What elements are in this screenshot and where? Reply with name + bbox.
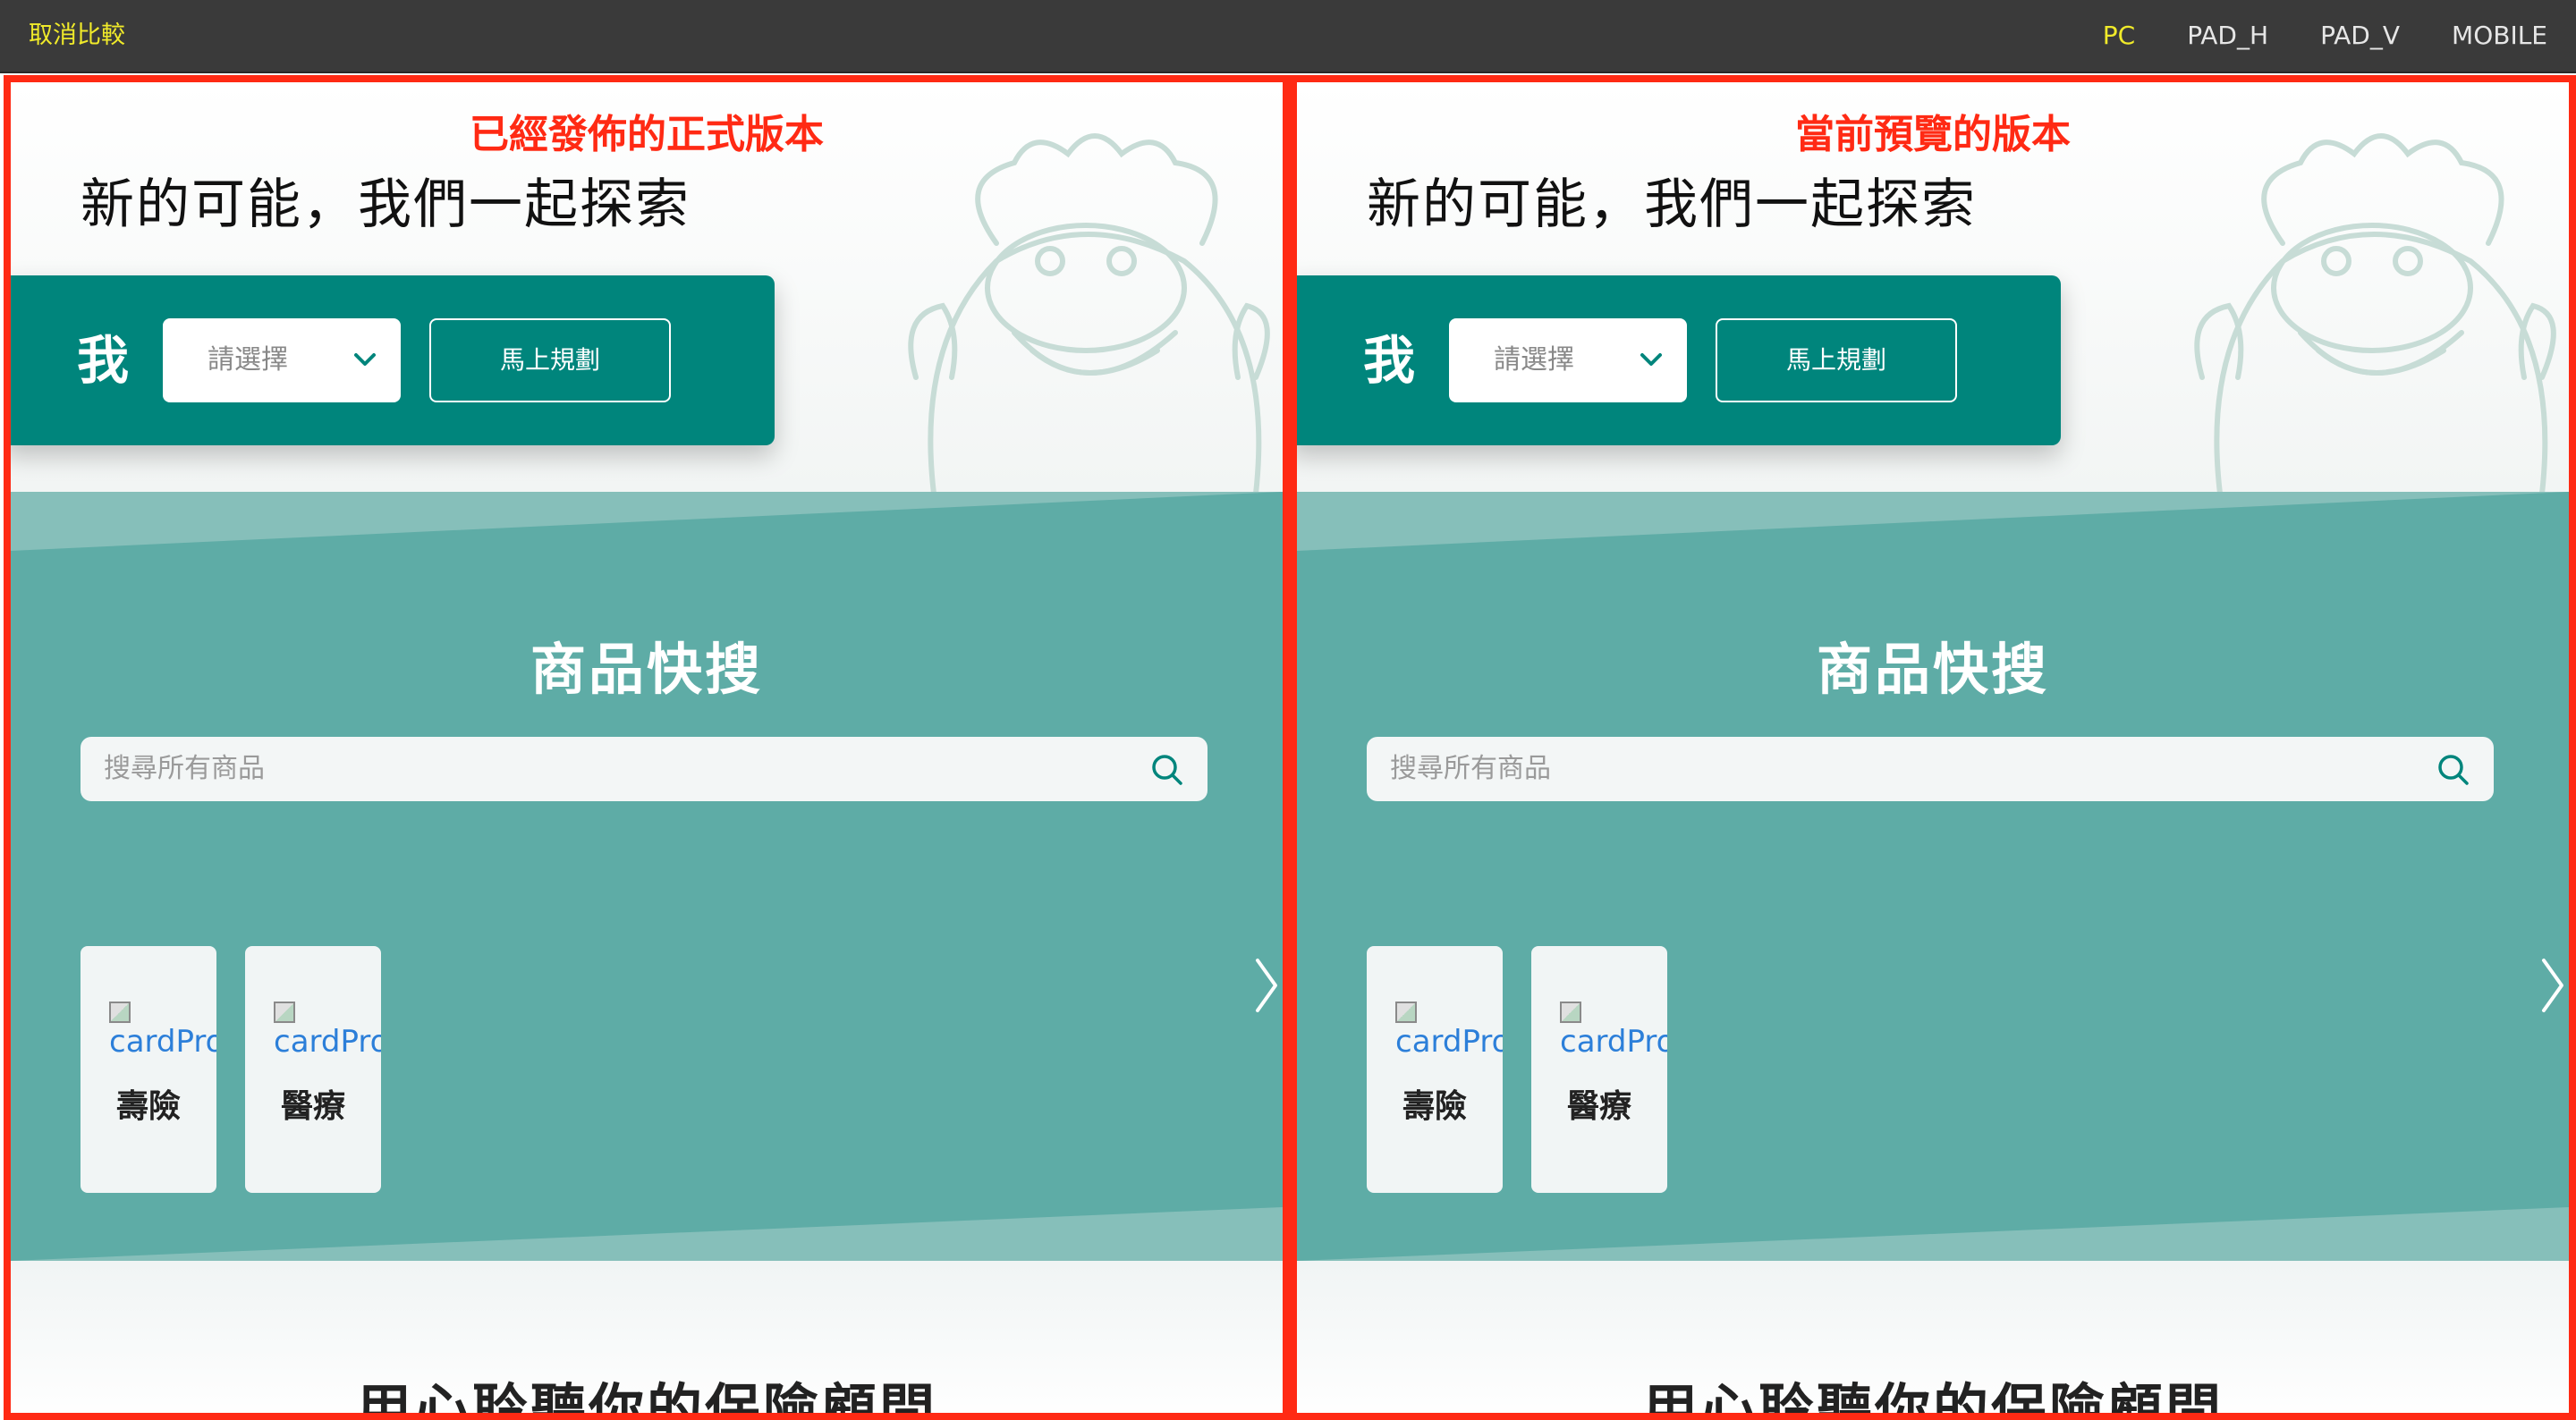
product-card-medical[interactable]: cardPro 醫療 (245, 946, 381, 1193)
search-placeholder: 搜尋所有商品 (104, 753, 265, 784)
product-card-life[interactable]: cardPro 壽險 (1367, 946, 1503, 1193)
chevron-right-icon[interactable] (2538, 957, 2565, 1014)
hero-section: 已經發佈的正式版本 新的可能，我們一起探索 我 請選擇 馬上規劃 (11, 82, 1283, 494)
advisor-section: 用心聆聽你的保險顧問 (11, 1261, 1283, 1420)
product-search-section: 商品快搜 搜尋所有商品 cardPro 壽險 cardPro 醫療 (11, 492, 1283, 1261)
device-tab-pad-v[interactable]: PAD_V (2320, 0, 2400, 72)
search-input[interactable]: 搜尋所有商品 (80, 737, 1208, 801)
select-placeholder: 請選擇 (1494, 344, 1574, 376)
card-image: cardPro (1560, 1002, 1667, 1055)
product-card-life[interactable]: cardPro 壽險 (80, 946, 216, 1193)
device-tabs: PC PAD_H PAD_V MOBILE (2103, 0, 2547, 72)
published-version-panel: 已經發佈的正式版本 新的可能，我們一起探索 我 請選擇 馬上規劃 商品快搜 搜尋… (4, 75, 1290, 1420)
card-image: cardPro (274, 1002, 381, 1055)
planner-me-label: 我 (77, 330, 130, 391)
planner-box: 我 請選擇 馬上規劃 (11, 275, 775, 445)
decorative-stripe (11, 1207, 1283, 1261)
section-title: 商品快搜 (530, 637, 763, 702)
mascot-illustration (908, 133, 1270, 494)
product-card-medical[interactable]: cardPro 醫療 (1531, 946, 1667, 1193)
broken-image-icon (274, 1002, 295, 1023)
search-icon[interactable] (2436, 753, 2470, 787)
card-image: cardPro (109, 1002, 216, 1055)
decorative-stripe (11, 492, 1283, 551)
planner-me-label: 我 (1363, 330, 1416, 391)
hero-section: 當前預覽的版本 新的可能，我們一起探索 我 請選擇 馬上規劃 (1297, 82, 2569, 494)
card-label: 壽險 (1402, 1088, 1467, 1125)
select-placeholder: 請選擇 (208, 344, 288, 376)
section-title: 商品快搜 (1816, 637, 2049, 702)
hero-title: 新的可能，我們一起探索 (1367, 173, 1977, 236)
device-tab-pc[interactable]: PC (2103, 0, 2135, 72)
hero-title: 新的可能，我們一起探索 (80, 173, 691, 236)
mascot-illustration (2194, 133, 2556, 494)
search-icon[interactable] (1150, 753, 1184, 787)
version-label: 當前預覽的版本 (1795, 112, 2071, 157)
identity-select[interactable]: 請選擇 (163, 318, 401, 402)
chevron-down-icon (1640, 353, 1662, 366)
plan-now-button[interactable]: 馬上規劃 (1716, 318, 1957, 402)
broken-image-icon (1560, 1002, 1581, 1023)
device-tab-mobile[interactable]: MOBILE (2452, 0, 2547, 72)
compare-stage: 已經發佈的正式版本 新的可能，我們一起探索 我 請選擇 馬上規劃 商品快搜 搜尋… (0, 73, 2576, 1420)
product-search-section: 商品快搜 搜尋所有商品 cardPro 壽險 cardPro 醫療 (1297, 492, 2569, 1261)
card-label: 壽險 (115, 1088, 181, 1125)
search-input[interactable]: 搜尋所有商品 (1367, 737, 2494, 801)
search-placeholder: 搜尋所有商品 (1390, 753, 1551, 784)
chevron-right-icon[interactable] (1252, 957, 1279, 1014)
chevron-down-icon (354, 353, 376, 366)
device-tab-pad-h[interactable]: PAD_H (2187, 0, 2268, 72)
decorative-stripe (1297, 492, 2569, 551)
broken-image-icon (1395, 1002, 1417, 1023)
compare-toolbar: 取消比較 PC PAD_H PAD_V MOBILE (0, 0, 2576, 73)
card-label: 醫療 (1566, 1088, 1631, 1125)
version-label: 已經發佈的正式版本 (470, 112, 824, 157)
broken-image-icon (109, 1002, 131, 1023)
cancel-compare-button[interactable]: 取消比較 (29, 0, 125, 72)
plan-now-button[interactable]: 馬上規劃 (429, 318, 671, 402)
decorative-stripe (1297, 1207, 2569, 1261)
identity-select[interactable]: 請選擇 (1449, 318, 1687, 402)
card-image: cardPro (1395, 1002, 1503, 1055)
card-label: 醫療 (280, 1088, 345, 1125)
advisor-title: 用心聆聽你的保險顧問 (1641, 1377, 2224, 1420)
preview-version-panel: 當前預覽的版本 新的可能，我們一起探索 我 請選擇 馬上規劃 商品快搜 搜尋所有… (1290, 75, 2576, 1420)
advisor-section: 用心聆聽你的保險顧問 (1297, 1261, 2569, 1420)
advisor-title: 用心聆聽你的保險顧問 (355, 1377, 937, 1420)
planner-box: 我 請選擇 馬上規劃 (1297, 275, 2061, 445)
